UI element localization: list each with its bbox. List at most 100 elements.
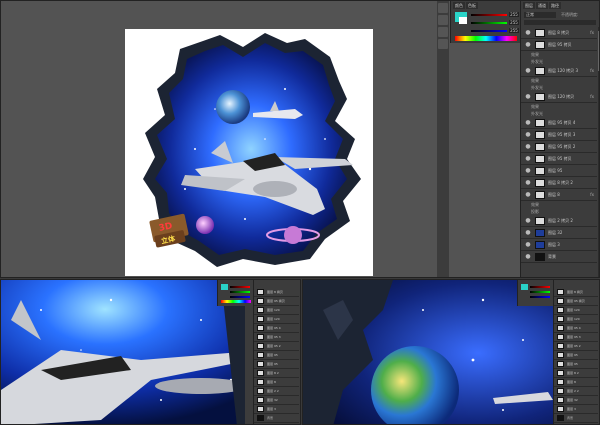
sub1-spectrum[interactable]	[221, 300, 251, 303]
layer-row[interactable]: ● 图层 95	[521, 165, 597, 177]
blue-value[interactable]: 255	[509, 28, 519, 33]
layer-row[interactable]: 图层 32	[554, 396, 598, 405]
eye-icon[interactable]: ●	[524, 191, 532, 199]
sub1-slider-r[interactable]	[230, 286, 250, 288]
color-spectrum-bar[interactable]	[455, 36, 517, 41]
layer-effect-row[interactable]: 投影	[531, 208, 597, 215]
layer-row[interactable]: 图层 8	[254, 378, 299, 387]
layer-row[interactable]: 图层 95 4	[254, 324, 299, 333]
layer-row[interactable]: ● 图层 8 拷贝 fx	[521, 27, 597, 39]
sub2-slider-r[interactable]	[530, 286, 550, 288]
layer-row[interactable]: 图层 95	[254, 351, 299, 360]
eye-icon[interactable]: ●	[524, 179, 532, 187]
eye-icon[interactable]: ●	[524, 241, 532, 249]
layer-row[interactable]: 图层 120	[254, 306, 299, 315]
layer-row[interactable]: ● 图层 95 拷贝 3	[521, 129, 597, 141]
character-icon[interactable]	[438, 39, 448, 49]
layer-row[interactable]: ● 图层 2 拷贝 2	[521, 215, 597, 227]
layer-row[interactable]: 图层 95 2	[554, 342, 598, 351]
layer-effect-row[interactable]: 效果	[531, 51, 597, 58]
sub2-slider-g[interactable]	[530, 291, 550, 293]
eye-icon[interactable]: ●	[524, 143, 532, 151]
layer-row[interactable]: 图层 95	[554, 360, 598, 369]
layer-row[interactable]: 图层 8	[554, 378, 598, 387]
eye-icon[interactable]: ●	[524, 217, 532, 225]
layer-row[interactable]: 图层 120	[554, 306, 598, 315]
zoomed-earth-view[interactable]	[303, 280, 553, 425]
layer-row[interactable]: 图层 8 拷贝	[254, 288, 299, 297]
layer-row[interactable]: ● 图层 95 拷贝 2	[521, 141, 597, 153]
eye-icon[interactable]: ●	[524, 119, 532, 127]
layer-row[interactable]: 背景	[554, 414, 598, 423]
green-value[interactable]: 255	[509, 20, 519, 25]
red-slider[interactable]	[471, 14, 507, 16]
fx-icon[interactable]: fx	[590, 30, 594, 35]
layer-row[interactable]: 图层 95 4	[554, 324, 598, 333]
green-slider[interactable]	[471, 22, 507, 24]
tab-paths[interactable]: 路径	[549, 2, 561, 9]
layer-row[interactable]: 图层 95 2	[254, 342, 299, 351]
eye-icon[interactable]: ●	[524, 93, 532, 101]
layer-row[interactable]: ● 图层 95 拷贝	[521, 39, 597, 51]
layer-effect-row[interactable]: 效果	[531, 103, 597, 110]
layer-row[interactable]: 图层 95 3	[254, 333, 299, 342]
tab-color[interactable]: 颜色	[453, 2, 465, 9]
layer-row[interactable]: ● 图层 120 拷贝 fx	[521, 91, 597, 103]
layer-row[interactable]: 图层 2 2	[554, 387, 598, 396]
layer-row[interactable]: 图层 8 2	[554, 369, 598, 378]
layer-row[interactable]: 图层 95	[554, 351, 598, 360]
layer-effect-row[interactable]: 外发光	[531, 110, 597, 117]
red-value[interactable]: 255	[509, 12, 519, 17]
layer-row[interactable]: 图层 8 2	[254, 369, 299, 378]
history-icon[interactable]	[438, 3, 448, 13]
sub2-slider-b[interactable]	[530, 296, 550, 298]
sub1-slider-g[interactable]	[230, 291, 250, 293]
properties-icon[interactable]	[438, 15, 448, 25]
layer-effect-row[interactable]: 外发光	[531, 58, 597, 65]
layer-row[interactable]: ● 图层 120 拷贝 3 fx	[521, 65, 597, 77]
tab-channels[interactable]: 通道	[536, 2, 548, 9]
layer-row[interactable]: 图层 120	[554, 315, 598, 324]
eye-icon[interactable]: ●	[524, 253, 532, 261]
fx-icon[interactable]: fx	[590, 94, 594, 99]
tab-swatches[interactable]: 色板	[466, 2, 478, 9]
fx-icon[interactable]: fx	[590, 192, 594, 197]
eye-icon[interactable]: ●	[524, 229, 532, 237]
layer-row[interactable]: ● 图层 95 拷贝 4	[521, 117, 597, 129]
layer-row[interactable]: ● 图层 3	[521, 239, 597, 251]
layer-row[interactable]: 图层 95 3	[554, 333, 598, 342]
layer-effect-row[interactable]: 外发光	[531, 84, 597, 91]
layer-row[interactable]: ● 图层 95 拷贝	[521, 153, 597, 165]
fx-icon[interactable]: fx	[590, 68, 594, 73]
layer-effect-row[interactable]: 效果	[531, 201, 597, 208]
layer-row[interactable]: ● 背景	[521, 251, 597, 263]
eye-icon[interactable]: ●	[524, 41, 532, 49]
layer-row[interactable]: ● 图层 8 fx	[521, 189, 597, 201]
tab-layers[interactable]: 图层	[523, 2, 535, 9]
document-canvas[interactable]: 3D 立体	[125, 29, 373, 276]
eye-icon[interactable]: ●	[524, 167, 532, 175]
eye-icon[interactable]: ●	[524, 155, 532, 163]
layer-row[interactable]: 图层 3	[554, 405, 598, 414]
eye-icon[interactable]: ●	[524, 131, 532, 139]
adjustments-icon[interactable]	[438, 27, 448, 37]
layer-row[interactable]: 图层 2 2	[254, 387, 299, 396]
layer-row[interactable]: 图层 120	[254, 315, 299, 324]
sub1-slider-b[interactable]	[230, 296, 250, 298]
background-swatch[interactable]	[459, 17, 467, 24]
layer-row[interactable]: 图层 3	[254, 405, 299, 414]
blend-mode-select[interactable]: 正常	[524, 12, 556, 18]
layer-row[interactable]: 背景	[254, 414, 299, 423]
layer-effect-row[interactable]: 效果	[531, 77, 597, 84]
sub2-foreground-swatch[interactable]	[521, 284, 528, 290]
layer-row[interactable]: 图层 95 拷贝	[554, 297, 598, 306]
eye-icon[interactable]: ●	[524, 67, 532, 75]
eye-icon[interactable]: ●	[524, 29, 532, 37]
layer-row[interactable]: 图层 95 拷贝	[254, 297, 299, 306]
layer-row[interactable]: 图层 32	[254, 396, 299, 405]
sub1-foreground-swatch[interactable]	[221, 284, 228, 290]
layer-row[interactable]: 图层 95	[254, 360, 299, 369]
layer-row[interactable]: 图层 8 拷贝	[554, 288, 598, 297]
layer-row[interactable]: ● 图层 8 拷贝 2	[521, 177, 597, 189]
blue-slider[interactable]	[471, 30, 507, 32]
